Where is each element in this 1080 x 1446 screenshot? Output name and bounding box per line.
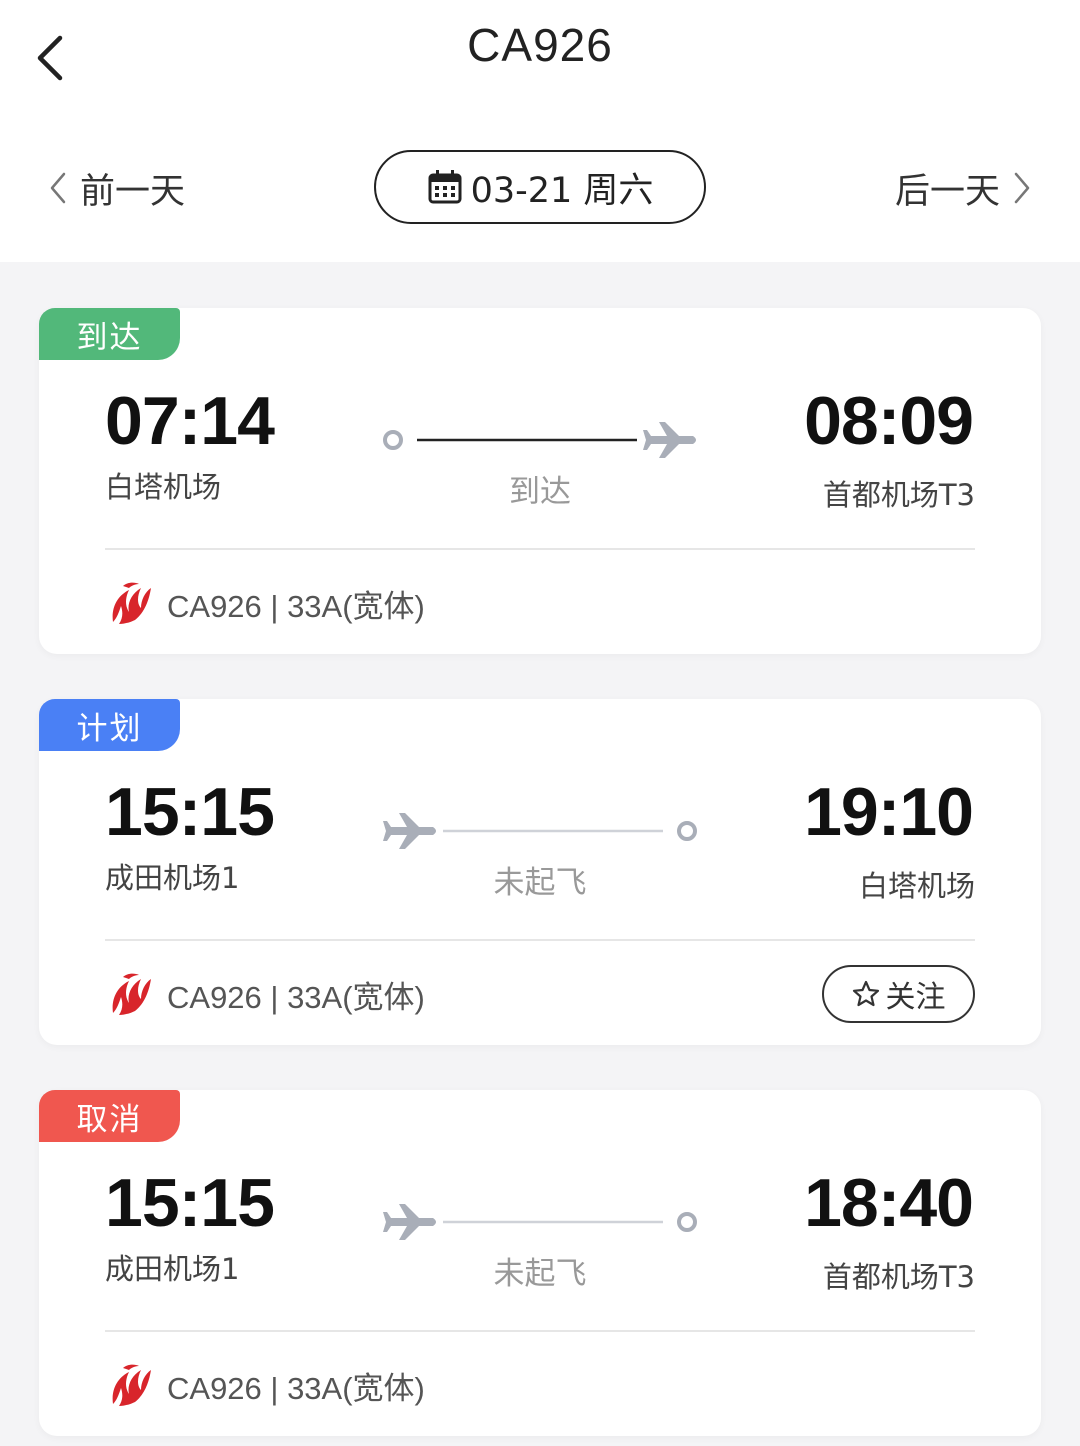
plane-icon — [383, 813, 436, 849]
date-label: 03-21 周六 — [470, 170, 654, 211]
status-badge: 计划 — [39, 699, 180, 751]
departure-time: 15:15 — [105, 774, 275, 850]
airline-row: CA926 | 33A(宽体) — [105, 578, 425, 628]
flight-card[interactable]: 计划 15:15 成田机场1 未起飞 19:10 白塔机场 CA926 | 33… — [39, 699, 1041, 1045]
prev-day-button[interactable]: 前一天 — [48, 162, 185, 214]
airline-row: CA926 | 33A(宽体) — [105, 1360, 425, 1410]
next-day-button[interactable]: 后一天 — [895, 162, 1032, 214]
flight-info: CA926 | 33A(宽体) — [167, 1370, 425, 1406]
prev-day-label: 前一天 — [80, 171, 186, 212]
arrival-time: 19:10 — [804, 774, 974, 850]
arrival-time: 18:40 — [804, 1165, 974, 1241]
arrival-time: 08:09 — [804, 383, 974, 459]
departure-time: 15:15 — [105, 1165, 275, 1241]
top-bar: CA926 前一天 03-21 周六 后一天 — [0, 0, 1080, 262]
star-icon — [852, 980, 879, 1007]
calendar-icon — [428, 170, 462, 204]
air-china-logo-icon — [112, 1364, 151, 1406]
divider — [105, 548, 975, 550]
air-china-logo-icon — [112, 582, 151, 624]
status-badge: 取消 — [39, 1090, 180, 1142]
flight-info: CA926 | 33A(宽体) — [167, 588, 425, 624]
chevron-right-icon — [1014, 172, 1030, 204]
date-selector[interactable]: 03-21 周六 — [374, 150, 706, 224]
route-line — [383, 813, 697, 849]
departure-time: 07:14 — [105, 383, 275, 459]
plane-icon — [383, 1204, 436, 1240]
flight-info: CA926 | 33A(宽体) — [167, 979, 425, 1015]
page-title: CA926 — [467, 19, 613, 71]
status-badge: 到达 — [39, 308, 180, 360]
arrival-airport: 白塔机场 — [858, 869, 975, 903]
route-line — [383, 422, 696, 458]
arrival-airport: 首都机场T3 — [822, 478, 975, 512]
flight-card[interactable]: 到达 07:14 白塔机场 到达 08:09 首都机场T3 CA926 | 33… — [39, 308, 1041, 654]
divider — [105, 1330, 975, 1332]
follow-label: 关注 — [885, 980, 946, 1015]
airline-row: CA926 | 33A(宽体) — [105, 969, 425, 1019]
chevron-left-icon — [50, 172, 66, 204]
air-china-logo-icon — [112, 973, 151, 1015]
follow-button[interactable]: 关注 — [822, 965, 975, 1023]
next-day-label: 后一天 — [894, 171, 1000, 212]
divider — [105, 939, 975, 941]
arrival-airport: 首都机场T3 — [822, 1260, 975, 1294]
route-line — [383, 1204, 697, 1240]
flight-card[interactable]: 取消 15:15 成田机场1 未起飞 18:40 首都机场T3 CA926 | … — [39, 1090, 1041, 1436]
plane-icon — [643, 422, 696, 458]
